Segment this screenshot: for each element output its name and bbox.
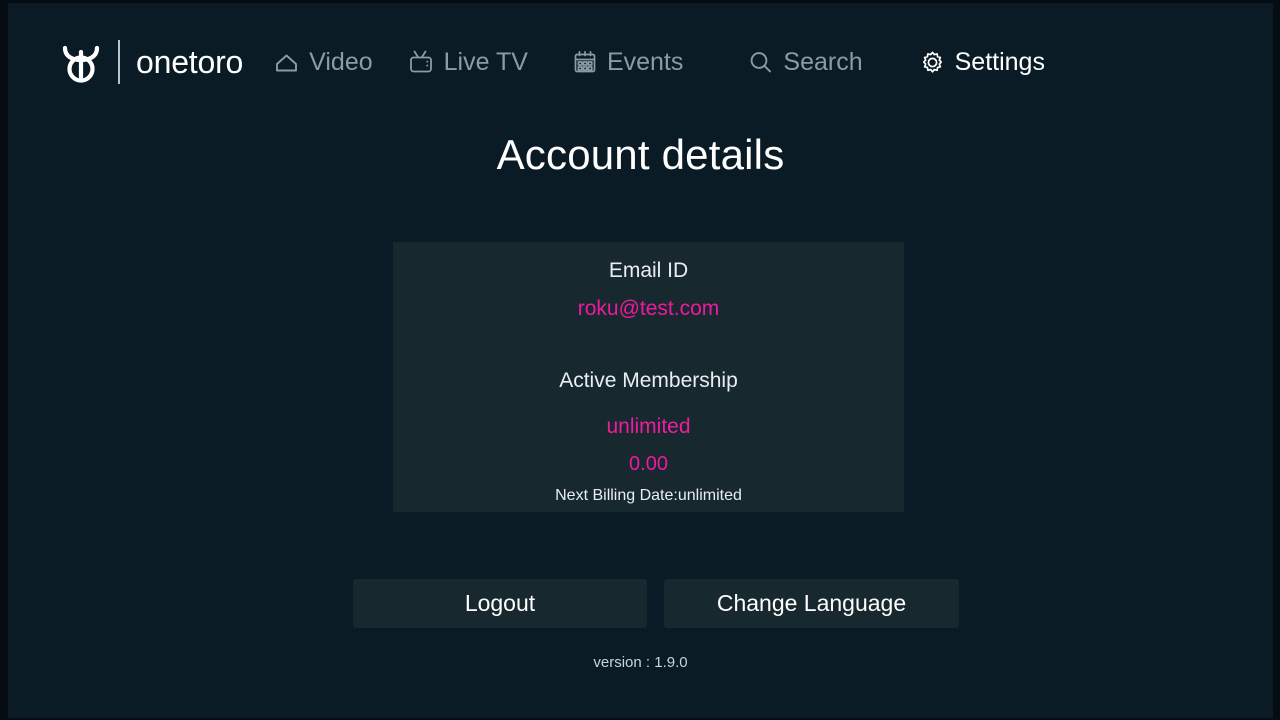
email-id-label: Email ID xyxy=(608,259,689,282)
top-navigation-bar: onetoro Video Live TV Events Search Sett… xyxy=(8,33,1273,91)
page-title: Account details xyxy=(496,131,785,178)
calendar-icon xyxy=(572,49,598,75)
tv-icon xyxy=(407,48,435,76)
version-text: version : 1.9.0 xyxy=(593,654,688,671)
nav-item-label: Video xyxy=(309,47,373,76)
nav-item-events[interactable]: Events xyxy=(572,48,683,77)
app-screen: onetoro Video Live TV Events Search Sett… xyxy=(0,0,1280,720)
onetoro-bull-logo-icon xyxy=(58,39,104,85)
home-icon xyxy=(273,49,300,76)
brand-divider xyxy=(118,40,120,84)
email-id-value: roku@test.com xyxy=(577,297,720,320)
nav-item-label: Settings xyxy=(954,47,1045,76)
nav-item-label: Live TV xyxy=(443,47,528,76)
active-membership-label: Active Membership xyxy=(559,369,738,392)
change-language-button[interactable]: Change Language xyxy=(664,579,959,628)
membership-price-value: 0.00 xyxy=(629,453,668,475)
nav-item-label: Search xyxy=(783,47,863,76)
nav-item-label: Events xyxy=(606,47,684,76)
next-billing-date: Next Billing Date:unlimited xyxy=(555,487,742,504)
gear-icon xyxy=(919,49,946,76)
membership-plan-value: unlimited xyxy=(606,415,691,438)
nav-item-video[interactable]: Video xyxy=(273,48,373,77)
brand-name: onetoro xyxy=(136,43,244,80)
search-icon xyxy=(747,49,774,76)
nav-item-livetv[interactable]: Live TV xyxy=(407,48,528,77)
logout-button[interactable]: Logout xyxy=(353,579,647,628)
brand-logo[interactable]: onetoro xyxy=(58,39,243,85)
nav-item-settings[interactable]: Settings xyxy=(919,48,1045,77)
account-details-card: Email ID roku@test.com Active Membership… xyxy=(393,242,904,512)
nav-item-search[interactable]: Search xyxy=(747,47,863,77)
